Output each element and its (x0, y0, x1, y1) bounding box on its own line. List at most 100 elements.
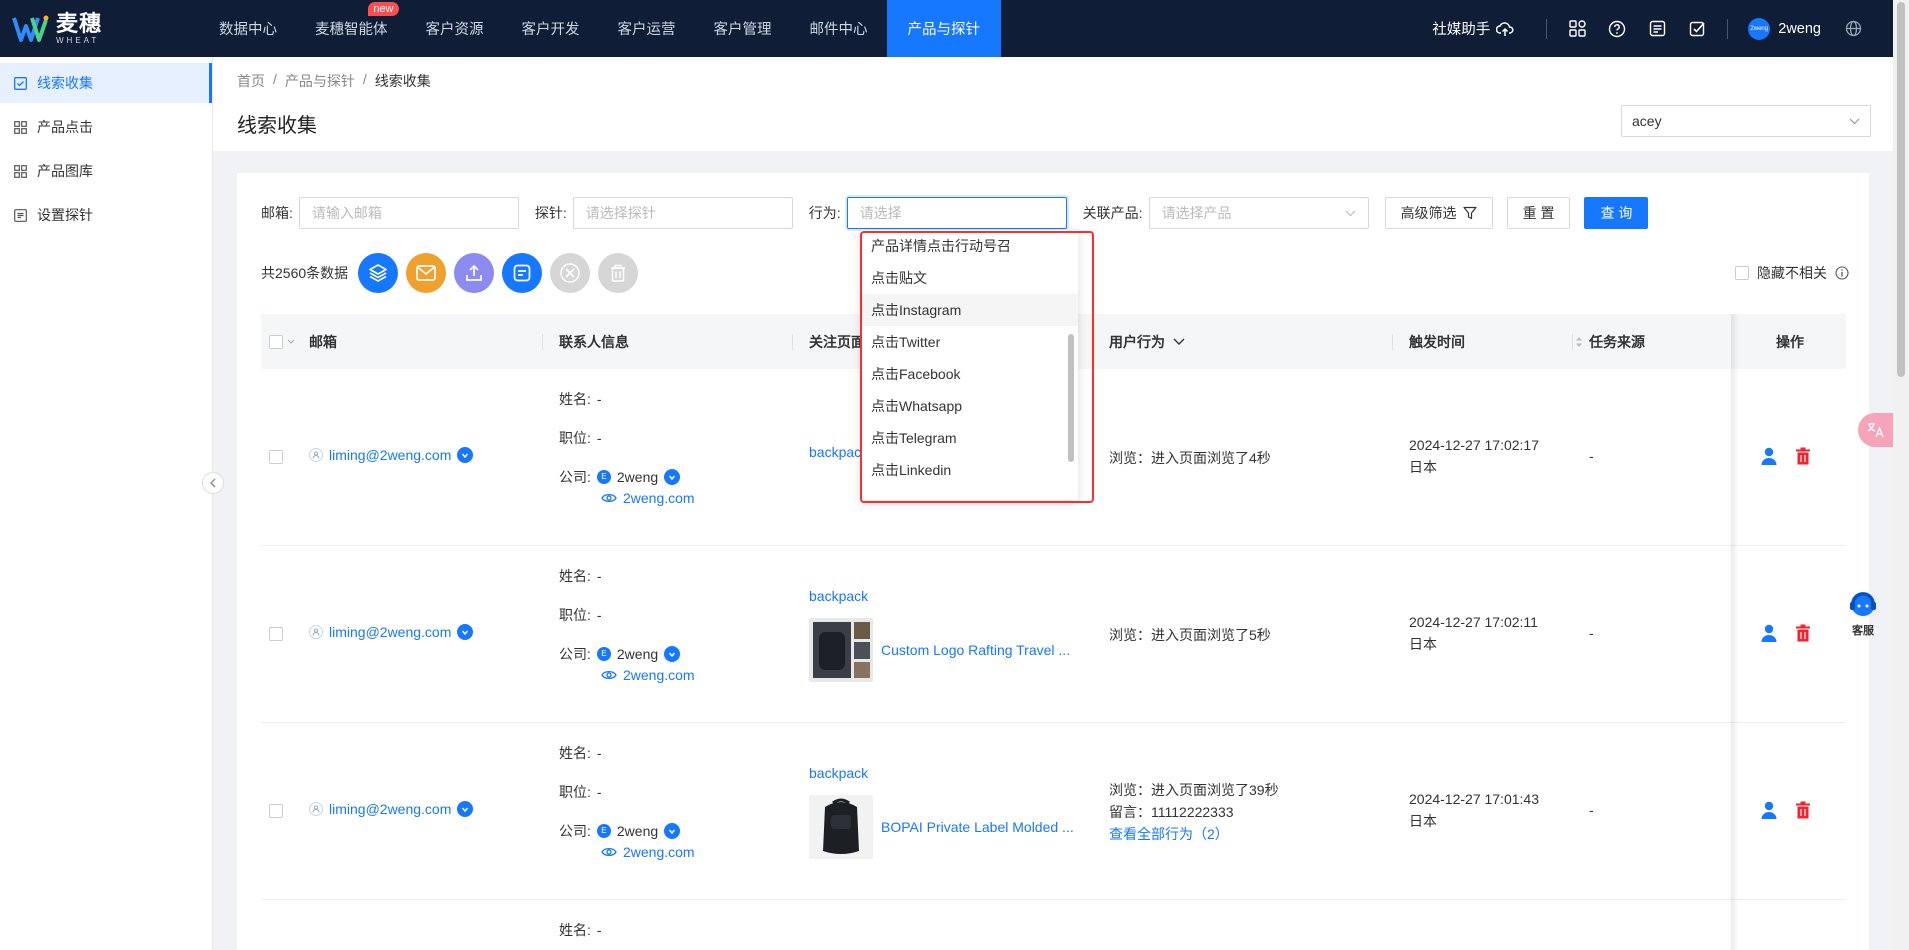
reset-button[interactable]: 重 置 (1506, 197, 1571, 229)
product-name-link[interactable]: Custom Logo Rafting Travel ... (881, 642, 1070, 658)
page-tag-link[interactable]: backpack (809, 765, 868, 781)
email-filter-input[interactable]: 请输入邮箱 (298, 197, 519, 229)
dropdown-option[interactable]: 点击Whatsapp (861, 390, 1078, 422)
delete-icon[interactable] (1795, 447, 1811, 465)
column-header-behavior[interactable]: 用户行为 (1109, 314, 1185, 369)
page-tag-link[interactable]: backpack (809, 444, 868, 460)
divider (1727, 18, 1729, 39)
product-filter-select[interactable]: 请选择产品 (1148, 197, 1369, 229)
action-filter-label: 行为: (808, 205, 841, 221)
product-thumbnail[interactable] (809, 795, 873, 859)
email-address[interactable]: liming@2weng.com (329, 801, 451, 817)
company-site-link[interactable]: 2weng.com (623, 490, 695, 506)
company-site-link[interactable]: 2weng.com (623, 667, 695, 683)
page-scrollbar-thumb[interactable] (1897, 2, 1905, 377)
page-title: 线索收集 (237, 115, 317, 137)
nav-data-center[interactable]: 数据中心 (200, 0, 296, 57)
sidebar-collapse-button[interactable] (202, 472, 224, 494)
company-site[interactable]: 2weng.com (601, 490, 695, 506)
nav-customer-resources[interactable]: 客户资源 (407, 0, 503, 57)
product-name-link[interactable]: BOPAI Private Label Molded ... (881, 819, 1074, 835)
contact-name: - (596, 390, 602, 407)
page-scrollbar[interactable] (1893, 0, 1909, 950)
layers-button[interactable] (358, 253, 399, 293)
column-header-trigger-time[interactable]: 触发时间 (1409, 314, 1583, 369)
action-filter-select[interactable]: 请选择 (846, 197, 1067, 229)
dropdown-option[interactable]: 产品详情点击行动号召 (861, 230, 1078, 262)
sidebar-item-product-clicks[interactable]: 产品点击 (0, 107, 212, 147)
user-profile-icon[interactable] (1761, 801, 1777, 819)
behavior-text: 浏览：进入页面浏览了4秒 (1109, 450, 1271, 466)
hide-irrelevant-checkbox[interactable] (1735, 266, 1749, 280)
notes-button[interactable] (502, 253, 543, 293)
nav-customer-management[interactable]: 客户管理 (695, 0, 791, 57)
breadcrumb-products[interactable]: 产品与探针 (285, 71, 355, 91)
info-icon[interactable] (1835, 266, 1849, 280)
mark-irrelevant-button[interactable] (550, 253, 591, 293)
breadcrumb: 首页 / 产品与探针 / 线索收集 (237, 71, 431, 91)
page-tag-link[interactable]: backpack (809, 588, 868, 604)
product-item[interactable]: Custom Logo Rafting Travel ... (809, 618, 1070, 682)
email-cell[interactable]: liming@2weng.com (309, 447, 474, 463)
sidebar-item-probe-settings[interactable]: 设置探针 (0, 195, 212, 235)
email-address[interactable]: liming@2weng.com (329, 447, 451, 463)
query-button[interactable]: 查 询 (1584, 197, 1649, 229)
probe-filter-select[interactable]: 请选择探针 (572, 197, 793, 229)
product-item[interactable]: BOPAI Private Label Molded ... (809, 795, 1074, 859)
company-site[interactable]: 2weng.com (601, 667, 695, 683)
email-cell[interactable]: liming@2weng.com (309, 624, 474, 640)
nav-ai-agent[interactable]: 麦穗智能体 new (296, 0, 407, 57)
divider (1546, 18, 1548, 39)
sidebar-item-product-gallery[interactable]: 产品图库 (0, 151, 212, 191)
bulk-delete-button[interactable] (598, 253, 639, 293)
dropdown-option[interactable]: 点击Instagram (861, 294, 1078, 326)
user-profile-icon[interactable] (1761, 447, 1777, 465)
apps-grid-icon[interactable] (1567, 19, 1587, 39)
brand-logo[interactable]: 麦穗 WHEAT (0, 0, 200, 57)
dropdown-option[interactable]: 点击Facebook (861, 358, 1078, 390)
hide-irrelevant-toggle[interactable]: 隐藏不相关 (1735, 263, 1849, 283)
task-list-icon[interactable] (1647, 19, 1667, 39)
social-assistant-button[interactable]: 社媒助手 (1432, 18, 1514, 39)
nav-customer-development[interactable]: 客户开发 (503, 0, 599, 57)
chevron-down-icon[interactable] (287, 339, 295, 344)
company-icon: E (596, 469, 611, 484)
globe-icon[interactable] (1843, 19, 1863, 39)
nav-products-probes[interactable]: 产品与探针 (886, 0, 1001, 57)
company-site[interactable]: 2weng.com (601, 844, 695, 860)
customer-service-button[interactable]: 客服 (1843, 588, 1883, 640)
delete-icon[interactable] (1795, 801, 1811, 819)
help-icon[interactable] (1607, 19, 1627, 39)
row-checkbox[interactable] (269, 804, 283, 818)
delete-icon[interactable] (1795, 624, 1811, 642)
dropdown-option[interactable]: 点击贴文 (861, 262, 1078, 294)
select-all-header[interactable] (269, 314, 295, 369)
export-button[interactable] (454, 253, 495, 293)
nav-mail-center[interactable]: 邮件中心 (791, 0, 887, 57)
company-name: 2weng (616, 822, 659, 839)
user-profile-icon[interactable] (1761, 624, 1777, 642)
advanced-filter-button[interactable]: 高级筛选 (1384, 197, 1493, 229)
user-avatar[interactable]: 2weng (1748, 17, 1771, 40)
email-address[interactable]: liming@2weng.com (329, 624, 451, 640)
account-select[interactable]: acey (1621, 105, 1871, 137)
translate-float-button[interactable] (1858, 413, 1894, 447)
edit-check-icon[interactable] (1687, 19, 1707, 39)
nav-customer-operations[interactable]: 客户运营 (599, 0, 695, 57)
row-checkbox[interactable] (269, 627, 283, 641)
row-checkbox[interactable] (269, 450, 283, 464)
username[interactable]: 2weng (1778, 21, 1821, 37)
select-all-checkbox[interactable] (269, 334, 283, 349)
dropdown-option[interactable]: 点击Twitter (861, 326, 1078, 358)
product-thumbnail[interactable] (809, 618, 873, 682)
sidebar-item-lead-collection[interactable]: 线索收集 (0, 63, 212, 103)
dropdown-option[interactable]: 点击Telegram (861, 422, 1078, 454)
view-all-behaviors-link[interactable]: 查看全部行为（2） (1109, 823, 1279, 845)
dropdown-option[interactable]: 点击Linkedin (861, 454, 1078, 486)
send-mail-button[interactable] (406, 253, 447, 293)
dropdown-scrollbar[interactable] (1068, 334, 1074, 462)
email-filter-label: 邮箱: (261, 205, 293, 221)
company-site-link[interactable]: 2weng.com (623, 844, 695, 860)
breadcrumb-home[interactable]: 首页 (237, 71, 265, 91)
email-cell[interactable]: liming@2weng.com (309, 801, 474, 817)
